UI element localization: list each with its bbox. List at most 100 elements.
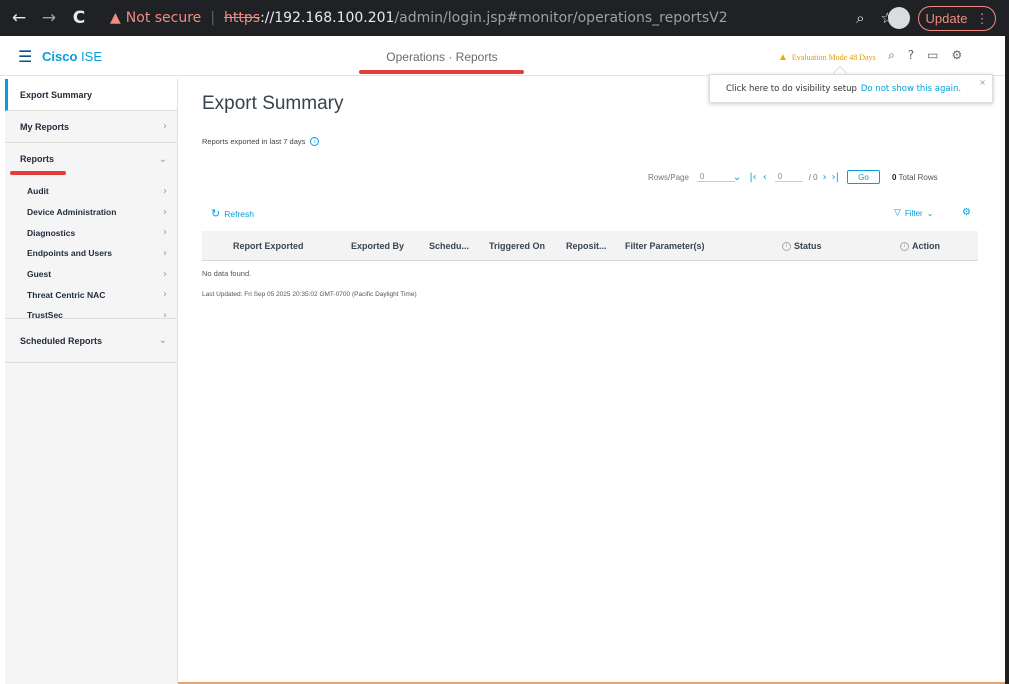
info-icon: i [782,241,791,251]
warning-icon: ▲ [110,10,121,26]
column-filter-parameters[interactable]: Filter Parameter(s) [625,241,705,251]
sidebar-subitem-threat-centric-nac[interactable]: Threat Centric NAC › [5,284,177,305]
reload-button[interactable]: C [68,8,90,28]
chevron-down-icon: ⌄ [158,153,167,165]
info-icon[interactable]: i [310,137,320,146]
reports-highlight [10,171,66,175]
subitem-label: Diagnostics [27,227,76,238]
page-input[interactable]: 0 [774,172,803,182]
sidebar-subitem-diagnostics[interactable]: Diagnostics › [5,222,177,243]
address-bar[interactable]: ▲ Not secure | https://192.168.100.201/a… [110,4,880,32]
sidebar-subitem-guest[interactable]: Guest › [5,264,177,285]
app-window: ☰ Cisco ISE Operations · Reports ▲ Evalu… [0,36,1005,684]
column-scheduled[interactable]: Schedu... [429,241,469,251]
url-host: ://192.168.100.201 [260,10,395,26]
rows-per-page-select[interactable]: 0 [696,172,735,182]
chevron-right-icon: › [163,268,167,280]
zoom-icon[interactable]: ⌕ [856,9,864,27]
sidebar-item-label: My Reports [20,121,70,132]
previous-page-icon[interactable]: ‹ [763,172,767,183]
sidebar-item-scheduled-reports[interactable]: Scheduled Reports ⌄ [5,319,177,363]
subitem-label: Device Administration [27,207,117,218]
update-label: Update [925,11,968,26]
page-subtitle: Reports exported in last 7 days i [202,137,320,146]
refresh-button[interactable]: ↻ Refresh [211,207,254,220]
refresh-icon: ↻ [211,207,221,220]
column-action[interactable]: i Action [900,241,940,251]
header-icons: ⌕ ? ▭ ⚙ [888,48,962,63]
column-status-label: Status [794,241,822,251]
column-exported-by[interactable]: Exported By [351,241,404,251]
info-icon: i [900,241,909,251]
page-total: / 0 [808,172,818,182]
filter-button[interactable]: ▽ Filter ⌄ [894,208,933,218]
address-separator: | [210,10,216,26]
url-path: /admin/login.jsp#monitor/operations_repo… [394,10,728,26]
brand-logo[interactable]: Cisco ISE [42,49,102,64]
back-button[interactable]: ← [8,8,30,28]
table-header: Report Exported Exported By Schedu... Tr… [202,231,978,261]
gear-icon[interactable]: ⚙ [951,48,962,63]
brand-sub: ISE [81,49,102,64]
visibility-setup-popover[interactable]: Click here to do visibility setup Do not… [709,74,993,103]
column-report-exported[interactable]: Report Exported [233,241,304,251]
hamburger-menu-icon[interactable]: ☰ [18,47,32,66]
last-page-icon[interactable]: ›| [832,172,839,183]
sidebar-item-label: Export Summary [20,89,93,100]
evaluation-text: Evaluation Mode 48 Days [791,53,876,62]
security-label[interactable]: Not secure [126,10,202,26]
column-repository[interactable]: Reposit... [566,241,607,251]
filter-icon: ▽ [894,208,901,218]
page-breadcrumb: Operations · Reports [386,50,498,64]
total-rows-label: Total Rows [898,172,938,182]
brand-main: Cisco [42,49,78,64]
go-button[interactable]: Go [846,170,880,184]
page-title: Export Summary [202,93,344,114]
subitem-label: Audit [27,186,49,197]
visibility-setup-icon[interactable]: ▭ [927,48,938,63]
close-icon[interactable]: × [979,78,986,87]
browser-toolbar: ← → C ▲ Not secure | https://192.168.100… [0,0,1009,36]
table-settings-gear-icon[interactable]: ⚙ [962,207,971,218]
chevron-right-icon: › [163,185,167,197]
menu-dots-icon: ⋮ [975,10,989,26]
chevron-right-icon: › [163,289,167,301]
update-button[interactable]: Update ⋮ [918,6,996,31]
evaluation-badge[interactable]: ▲ Evaluation Mode 48 Days [778,52,876,63]
sidebar-item-export-summary[interactable]: Export Summary [5,79,177,111]
url-scheme: https [224,10,261,26]
pagination-bar: Rows/Page 0 ⌄ |‹ ‹ 0 / 0 › ›| Go 0 Total… [648,170,938,184]
forward-button[interactable]: → [38,8,60,28]
column-status[interactable]: i Status [782,241,822,251]
chevron-down-icon[interactable]: ⌄ [733,172,741,183]
sidebar-item-label: Scheduled Reports [20,335,103,346]
sidebar-item-my-reports[interactable]: My Reports › [5,111,177,143]
sidebar-subitem-audit[interactable]: Audit › [5,181,177,202]
sidebar-subitem-device-administration[interactable]: Device Administration › [5,202,177,223]
first-page-icon[interactable]: |‹ [749,172,756,183]
subitem-label: Endpoints and Users [27,248,113,259]
empty-table-message: No data found. [202,269,252,278]
help-icon[interactable]: ? [908,48,914,63]
chevron-right-icon: › [163,121,167,132]
filter-label: Filter [904,208,923,218]
subitem-label: Threat Centric NAC [27,289,106,300]
total-rows: 0 Total Rows [892,173,938,182]
chevron-right-icon: › [163,227,167,239]
next-page-icon[interactable]: › [823,172,827,183]
chevron-right-icon: › [163,247,167,259]
rows-per-page-label: Rows/Page [648,172,689,182]
chevron-down-icon: ⌄ [926,208,934,218]
dismiss-link[interactable]: Do not show this again. [861,84,961,94]
warning-icon: ▲ [778,52,788,63]
sidebar-subitem-endpoints-and-users[interactable]: Endpoints and Users › [5,243,177,264]
last-updated-text: Last Updated: Fri Sep 05 2025 20:35:02 G… [202,291,417,298]
column-triggered-on[interactable]: Triggered On [489,241,545,251]
subtitle-text: Reports exported in last 7 days [202,137,306,146]
popover-text: Click here to do visibility setup [726,83,857,94]
reports-submenu: Audit › Device Administration › Diagnostic… [5,175,177,321]
chevron-right-icon: › [163,206,167,218]
search-icon[interactable]: ⌕ [888,48,895,63]
breadcrumb-highlight [359,70,524,74]
profile-avatar[interactable] [888,7,910,29]
